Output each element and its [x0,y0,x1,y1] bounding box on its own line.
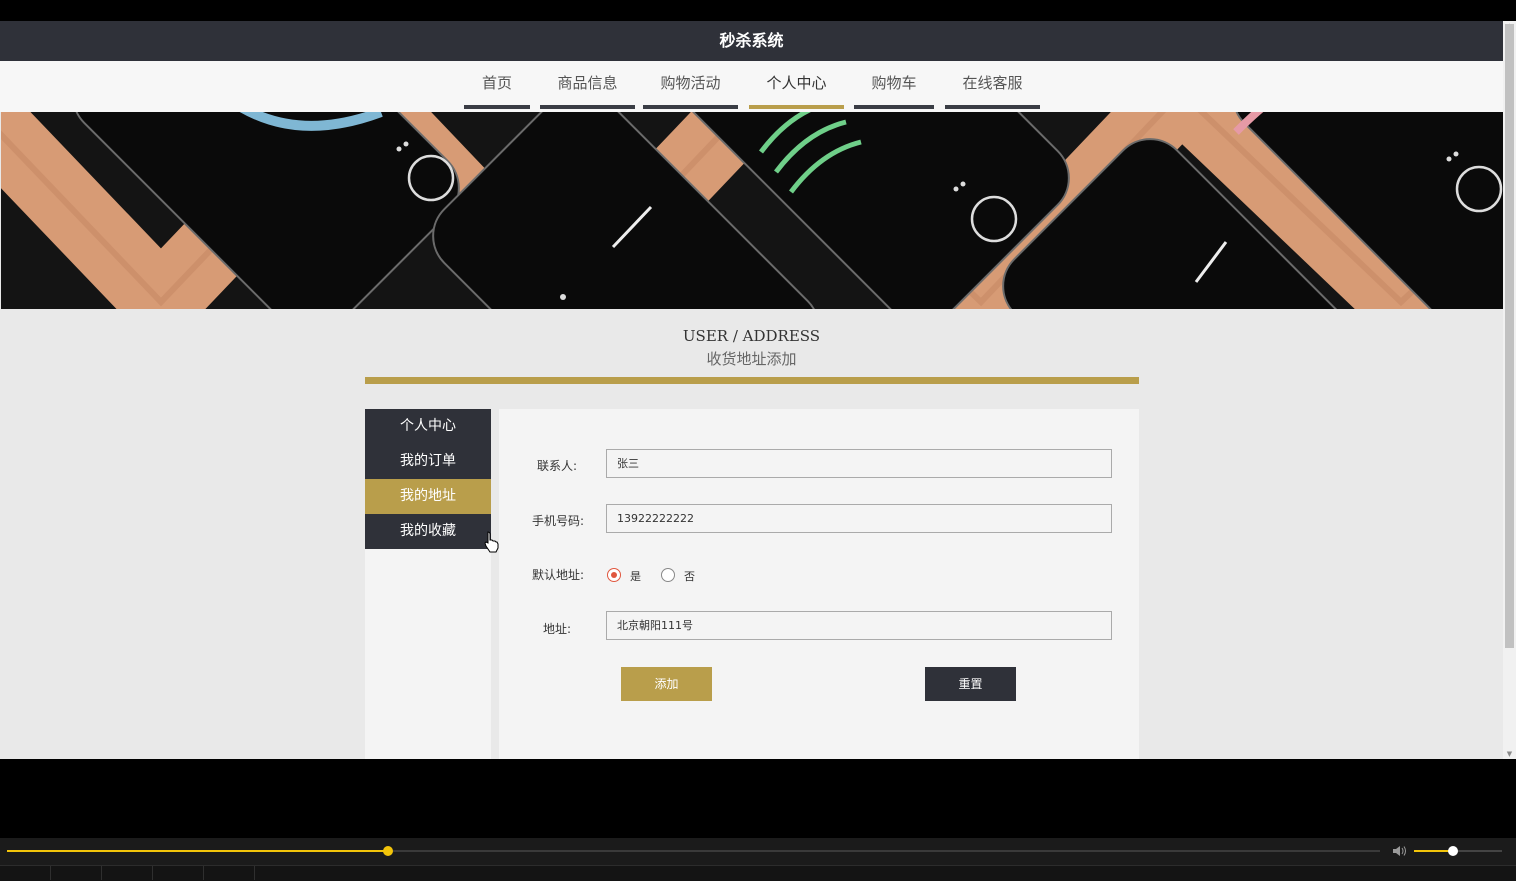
control-divider [101,866,102,880]
control-divider [152,866,153,880]
address-label: 地址: [542,622,571,636]
progress-fill [7,850,388,852]
nav-user-center[interactable]: 个人中心 [749,61,844,109]
default-no-label: 否 [684,570,695,583]
default-yes-radio[interactable] [607,568,621,582]
site-header: 秒杀系统 [0,21,1503,61]
contact-input[interactable]: 张三 [606,449,1112,478]
phone-label: 手机号码: [531,514,584,528]
mouse-cursor-icon [484,531,499,553]
main-nav: 首页 商品信息 购物活动 个人中心 购物车 在线客服 [0,61,1503,112]
nav-home[interactable]: 首页 [464,61,530,109]
sidebar-item-user-center[interactable]: 个人中心 [365,409,491,444]
section-title-en: USER / ADDRESS [682,327,821,345]
sidebar-item-favorites[interactable]: 我的收藏 [365,514,491,549]
address-input[interactable]: 北京朝阳111号 [606,611,1112,640]
control-divider [50,866,51,880]
control-divider [254,866,255,880]
default-yes-label: 是 [630,570,641,583]
nav-cart[interactable]: 购物车 [854,61,934,109]
nav-products[interactable]: 商品信息 [540,61,635,109]
reset-button[interactable]: 重置 [925,667,1016,701]
contact-label: 联系人: [536,459,577,473]
nav-activities[interactable]: 购物活动 [643,61,738,109]
page-viewport: 秒杀系统 首页 商品信息 购物活动 个人中心 购物车 在线客服 USER / A… [0,21,1503,759]
default-address-label: 默认地址: [531,568,584,582]
progress-handle[interactable] [383,846,393,856]
phone-input[interactable]: 13922222222 [606,504,1112,533]
phones-banner-graphic [1,112,1503,309]
volume-icon[interactable] [1392,845,1408,857]
site-title: 秒杀系统 [719,31,784,50]
sidebar-item-address[interactable]: 我的地址 [365,479,491,514]
scrollbar-thumb[interactable] [1505,24,1514,648]
address-form: 联系人: 张三 手机号码: 13922222222 默认地址: 是 否 地址: … [499,409,1139,759]
volume-handle[interactable] [1448,846,1458,856]
default-no-radio[interactable] [661,568,675,582]
section-title-cn: 收货地址添加 [706,350,797,368]
section-divider [365,377,1139,384]
nav-support[interactable]: 在线客服 [945,61,1040,109]
player-control-strip [0,865,1516,881]
add-button[interactable]: 添加 [621,667,712,701]
control-divider [203,866,204,880]
banner-image [1,112,1503,309]
scroll-down-icon[interactable]: ▼ [1503,749,1516,759]
